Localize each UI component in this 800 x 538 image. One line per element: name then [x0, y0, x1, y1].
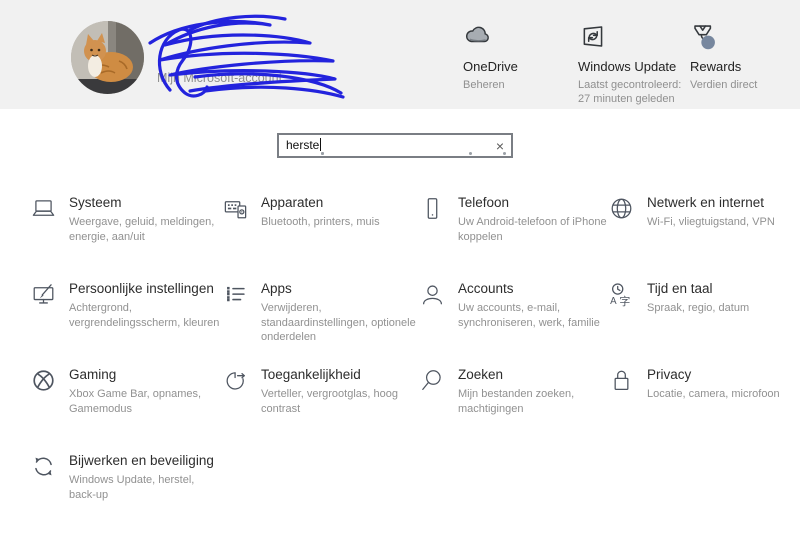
- category-tile-personalization[interactable]: Persoonlijke instellingen Achtergrond, v…: [30, 280, 222, 366]
- category-title: Netwerk en internet: [647, 195, 765, 210]
- category-subtitle: Mijn bestanden zoeken, machtigingen: [458, 388, 575, 415]
- category-title: Accounts: [458, 281, 514, 296]
- category-tile-gaming-xbox[interactable]: Gaming Xbox Game Bar, opnames, Gamemodus: [30, 366, 222, 452]
- quick-link-rewards[interactable]: Rewards Verdien direct: [690, 22, 790, 92]
- category-subtitle: Achtergrond, vergrendelingsscherm, kleur…: [69, 302, 220, 329]
- category-title: Privacy: [647, 367, 692, 382]
- account-header: Mijn Microsoft-account OneDrive Beheren …: [0, 0, 800, 109]
- category-title: Apps: [261, 281, 292, 296]
- category-title: Bijwerken en beveiliging: [69, 453, 214, 468]
- svg-text:A: A: [610, 296, 617, 307]
- category-tile-devices-keyboard[interactable]: Apparaten Bluetooth, printers, muis: [222, 194, 419, 280]
- category-title: Apparaten: [261, 195, 324, 210]
- personalization-icon: [30, 281, 57, 308]
- category-tile-time-language[interactable]: A字 Tijd en taal Spraak, regio, datum: [608, 280, 788, 366]
- category-title: Persoonlijke instellingen: [69, 281, 214, 296]
- category-subtitle: Weergave, geluid, meldingen, energie, aa…: [69, 216, 215, 243]
- category-tile-apps-list[interactable]: Apps Verwijderen, standaardinstellingen,…: [222, 280, 419, 366]
- clear-search-icon[interactable]: ×: [496, 139, 504, 153]
- quick-link-subtitle: Laatst gecontroleerd: 27 minuten geleden: [578, 79, 682, 106]
- category-tile-update-security-sync[interactable]: Bijwerken en beveiliging Windows Update,…: [30, 452, 222, 538]
- category-subtitle: Uw accounts, e-mail, synchroniseren, wer…: [458, 302, 600, 329]
- text-caret: [320, 138, 322, 151]
- category-tile-accounts-person[interactable]: Accounts Uw accounts, e-mail, synchronis…: [419, 280, 608, 366]
- category-subtitle: Bluetooth, printers, muis: [261, 216, 380, 228]
- category-tile-privacy-lock[interactable]: Privacy Locatie, camera, microfoon: [608, 366, 788, 452]
- cat-photo: [71, 21, 144, 94]
- user-avatar[interactable]: [71, 21, 144, 94]
- quick-link-title: Rewards: [690, 59, 742, 74]
- progress-dot: [321, 152, 325, 155]
- update-security-sync-icon: [30, 453, 57, 480]
- category-title: Telefoon: [458, 195, 510, 210]
- quick-link-subtitle: Verdien direct: [690, 79, 758, 91]
- svg-text:字: 字: [619, 294, 630, 308]
- category-title: Systeem: [69, 195, 122, 210]
- category-subtitle: Xbox Game Bar, opnames, Gamemodus: [69, 388, 202, 415]
- privacy-lock-icon: [608, 367, 635, 394]
- quick-link-subtitle: Beheren: [463, 79, 505, 91]
- category-subtitle: Verwijderen, standaardinstellingen, opti…: [261, 302, 416, 344]
- windows-settings-home: Mijn Microsoft-account OneDrive Beheren …: [0, 0, 800, 524]
- category-tile-network-globe[interactable]: Netwerk en internet Wi-Fi, vliegtuigstan…: [608, 194, 788, 280]
- category-title: Zoeken: [458, 367, 504, 382]
- accounts-person-icon: [419, 281, 446, 308]
- category-title: Gaming: [69, 367, 117, 382]
- system-laptop-icon: [30, 195, 57, 222]
- category-tile-accessibility[interactable]: Toegankelijkheid Verteller, vergrootglas…: [222, 366, 419, 452]
- settings-categories-grid: Systeem Weergave, geluid, meldingen, ene…: [30, 194, 788, 538]
- settings-search-input[interactable]: herste ×: [277, 133, 513, 158]
- category-title: Toegankelijkheid: [261, 367, 361, 382]
- rewards-medal-icon: [690, 22, 790, 52]
- quick-link-windows-update[interactable]: Windows Update Laatst gecontroleerd: 27 …: [578, 22, 703, 107]
- quick-link-onedrive[interactable]: OneDrive Beheren: [463, 22, 558, 92]
- quick-link-title: Windows Update: [578, 59, 677, 74]
- category-tile-search-magnifier[interactable]: Zoeken Mijn bestanden zoeken, machtiging…: [419, 366, 608, 452]
- search-magnifier-icon: [419, 367, 446, 394]
- account-subtitle-link[interactable]: Mijn Microsoft-account: [157, 71, 282, 85]
- devices-keyboard-icon: [222, 195, 249, 222]
- gaming-xbox-icon: [30, 367, 57, 394]
- search-query-text: herste: [286, 138, 320, 152]
- category-subtitle: Windows Update, herstel, back-up: [69, 474, 195, 501]
- quick-link-title: OneDrive: [463, 59, 518, 74]
- progress-dot: [469, 152, 472, 155]
- category-tile-phone[interactable]: Telefoon Uw Android-telefoon of iPhone k…: [419, 194, 608, 280]
- category-tile-system-laptop[interactable]: Systeem Weergave, geluid, meldingen, ene…: [30, 194, 222, 280]
- ink-scribble-annotation: [148, 14, 345, 99]
- network-globe-icon: [608, 195, 635, 222]
- category-title: Tijd en taal: [647, 281, 713, 296]
- apps-list-icon: [222, 281, 249, 308]
- category-subtitle: Locatie, camera, microfoon: [647, 388, 780, 400]
- category-subtitle: Uw Android-telefoon of iPhone koppelen: [458, 216, 607, 243]
- windows-update-sync-icon: [578, 22, 703, 52]
- category-subtitle: Wi-Fi, vliegtuigstand, VPN: [647, 216, 775, 228]
- onedrive-cloud-icon: [463, 22, 558, 52]
- phone-icon: [419, 195, 446, 222]
- category-subtitle: Verteller, vergrootglas, hoog contrast: [261, 388, 398, 415]
- accessibility-icon: [222, 367, 249, 394]
- time-language-icon: A字: [608, 281, 635, 308]
- category-subtitle: Spraak, regio, datum: [647, 302, 750, 314]
